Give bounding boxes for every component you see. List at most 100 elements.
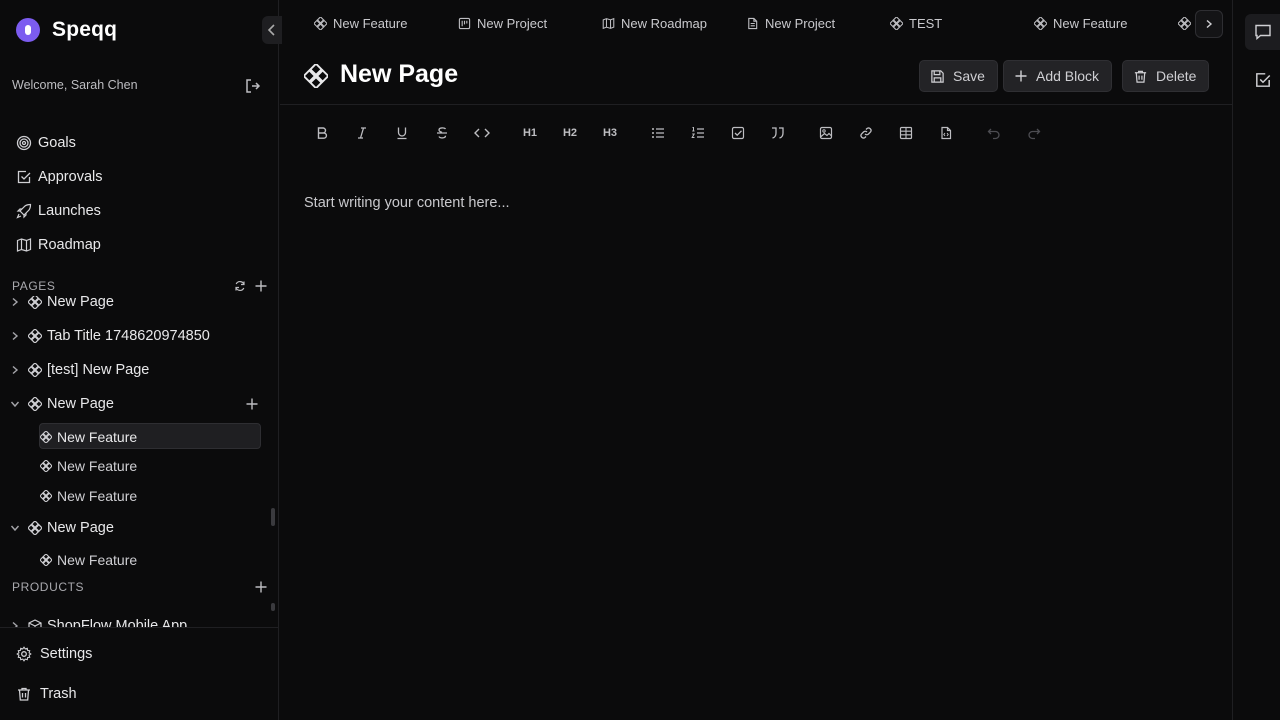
table-button[interactable]: [892, 120, 920, 146]
tree-item-label: Tab Title 1748620974850: [47, 328, 210, 344]
app-root: Speqq Welcome, Sarah Chen Goals Approval…: [0, 0, 1280, 720]
feature-icon: [28, 397, 42, 411]
tree-item[interactable]: [test] New Page: [0, 356, 272, 384]
chevron-right-icon: [12, 365, 19, 375]
tree-item[interactable]: New Page: [0, 390, 272, 418]
plus-icon: [246, 398, 258, 410]
save-icon: [931, 69, 944, 83]
nav-item-approvals[interactable]: Approvals: [10, 160, 268, 194]
tree-item-label: New Page: [47, 520, 114, 536]
settings-link[interactable]: Settings: [16, 643, 92, 665]
tab-label: New Feature: [333, 15, 408, 31]
tab-new-project[interactable]: New Project: [458, 14, 547, 32]
main-nav: Goals Approvals Launches Roadmap: [10, 126, 268, 262]
link-button[interactable]: [852, 120, 880, 146]
refresh-pages-button[interactable]: [234, 280, 246, 292]
pages-section-header: PAGES: [12, 276, 268, 296]
tree-item[interactable]: New Page: [0, 296, 272, 316]
heading1-button[interactable]: H1: [516, 120, 544, 146]
numbered-list-button[interactable]: [684, 120, 712, 146]
tasks-panel-button[interactable]: [1245, 62, 1280, 98]
nav-item-roadmap[interactable]: Roadmap: [10, 228, 268, 262]
tab-test[interactable]: TEST: [890, 14, 942, 32]
strikethrough-button[interactable]: [428, 120, 456, 146]
map-icon: [602, 17, 615, 29]
tree-item-selected[interactable]: New Feature: [0, 423, 272, 451]
heading3-button[interactable]: H3: [596, 120, 624, 146]
image-icon: [819, 126, 833, 140]
tab-new-feature[interactable]: New Feature: [314, 14, 407, 32]
bold-button[interactable]: [308, 120, 336, 146]
pages-tree: New Page Tab Title 1748620974850 [test] …: [0, 296, 272, 574]
trash-link[interactable]: Trash: [16, 683, 77, 705]
numbered-list-icon: [691, 127, 704, 138]
code-button[interactable]: [468, 120, 496, 146]
save-button[interactable]: Save: [919, 60, 998, 92]
map-icon: [16, 238, 32, 252]
feature-icon: [40, 554, 52, 566]
embed-button[interactable]: [932, 120, 960, 146]
tabs-scroll-right-button[interactable]: [1195, 10, 1223, 38]
plus-icon: [255, 280, 267, 292]
nav-item-goals[interactable]: Goals: [10, 126, 268, 160]
trash-icon: [18, 687, 30, 701]
products-section-title: PRODUCTS: [12, 580, 85, 594]
feature-icon: [28, 296, 42, 309]
add-page-button[interactable]: [254, 279, 268, 293]
tree-item[interactable]: New Page: [0, 514, 272, 542]
add-block-label: Add Block: [1036, 68, 1100, 84]
bullet-list-icon: [652, 128, 664, 138]
code-icon: [474, 128, 490, 138]
add-child-page-button[interactable]: [245, 397, 259, 411]
tree-item-label: New Feature: [57, 458, 138, 474]
link-icon: [860, 127, 872, 139]
add-product-button[interactable]: [254, 580, 268, 594]
chevron-right-icon: [12, 297, 19, 307]
nav-label: Approvals: [38, 169, 103, 185]
feature-icon: [890, 16, 903, 30]
collapse-sidebar-button[interactable]: [262, 16, 282, 44]
product-item[interactable]: ShopFlow Mobile App: [0, 618, 187, 627]
pages-scrollbar[interactable]: [271, 508, 275, 526]
welcome-text: Welcome, Sarah Chen: [12, 78, 138, 92]
brand[interactable]: Speqq: [16, 16, 117, 44]
checkbox-icon: [731, 126, 745, 140]
trash-icon: [1134, 70, 1147, 83]
tree-item[interactable]: Tab Title 1748620974850: [0, 322, 272, 350]
tab-new-project-doc[interactable]: New Project: [746, 14, 835, 32]
add-block-button[interactable]: Add Block: [1003, 60, 1113, 92]
tree-item[interactable]: New Feature: [0, 546, 272, 574]
check-square-icon: [1256, 73, 1271, 87]
nav-label: Goals: [38, 135, 76, 151]
logout-button[interactable]: [244, 77, 262, 95]
logout-icon: [246, 79, 261, 93]
quote-button[interactable]: [764, 120, 792, 146]
italic-button[interactable]: [348, 120, 376, 146]
nav-label: Roadmap: [38, 237, 101, 253]
tab-label: New Feature: [1053, 15, 1128, 31]
plus-icon: [1015, 70, 1027, 82]
tab-new-roadmap[interactable]: New Roadmap: [602, 14, 707, 32]
tree-item-label: New Feature: [57, 488, 138, 504]
image-button[interactable]: [812, 120, 840, 146]
undo-button[interactable]: [980, 120, 1008, 146]
page-title[interactable]: New Page: [340, 60, 458, 89]
editor-content[interactable]: Start writing your content here...: [304, 195, 510, 211]
comments-panel-button[interactable]: [1245, 14, 1280, 50]
checklist-button[interactable]: [724, 120, 752, 146]
products-list: ShopFlow Mobile App: [0, 610, 272, 627]
nav-item-launches[interactable]: Launches: [10, 194, 268, 228]
bullet-list-button[interactable]: [644, 120, 672, 146]
rocket-icon: [16, 203, 32, 219]
underline-button[interactable]: [388, 120, 416, 146]
tab-new-feature-2[interactable]: New Feature: [1034, 14, 1127, 32]
check-square-icon: [17, 170, 31, 184]
redo-button[interactable]: [1020, 120, 1048, 146]
project-icon: [458, 17, 471, 29]
tab-label: New Project: [477, 15, 548, 31]
tree-item[interactable]: New Feature: [0, 452, 272, 480]
delete-button[interactable]: Delete: [1122, 60, 1210, 92]
heading2-button[interactable]: H2: [556, 120, 584, 146]
tree-item[interactable]: New Feature: [0, 482, 272, 510]
undo-icon: [987, 128, 1000, 140]
